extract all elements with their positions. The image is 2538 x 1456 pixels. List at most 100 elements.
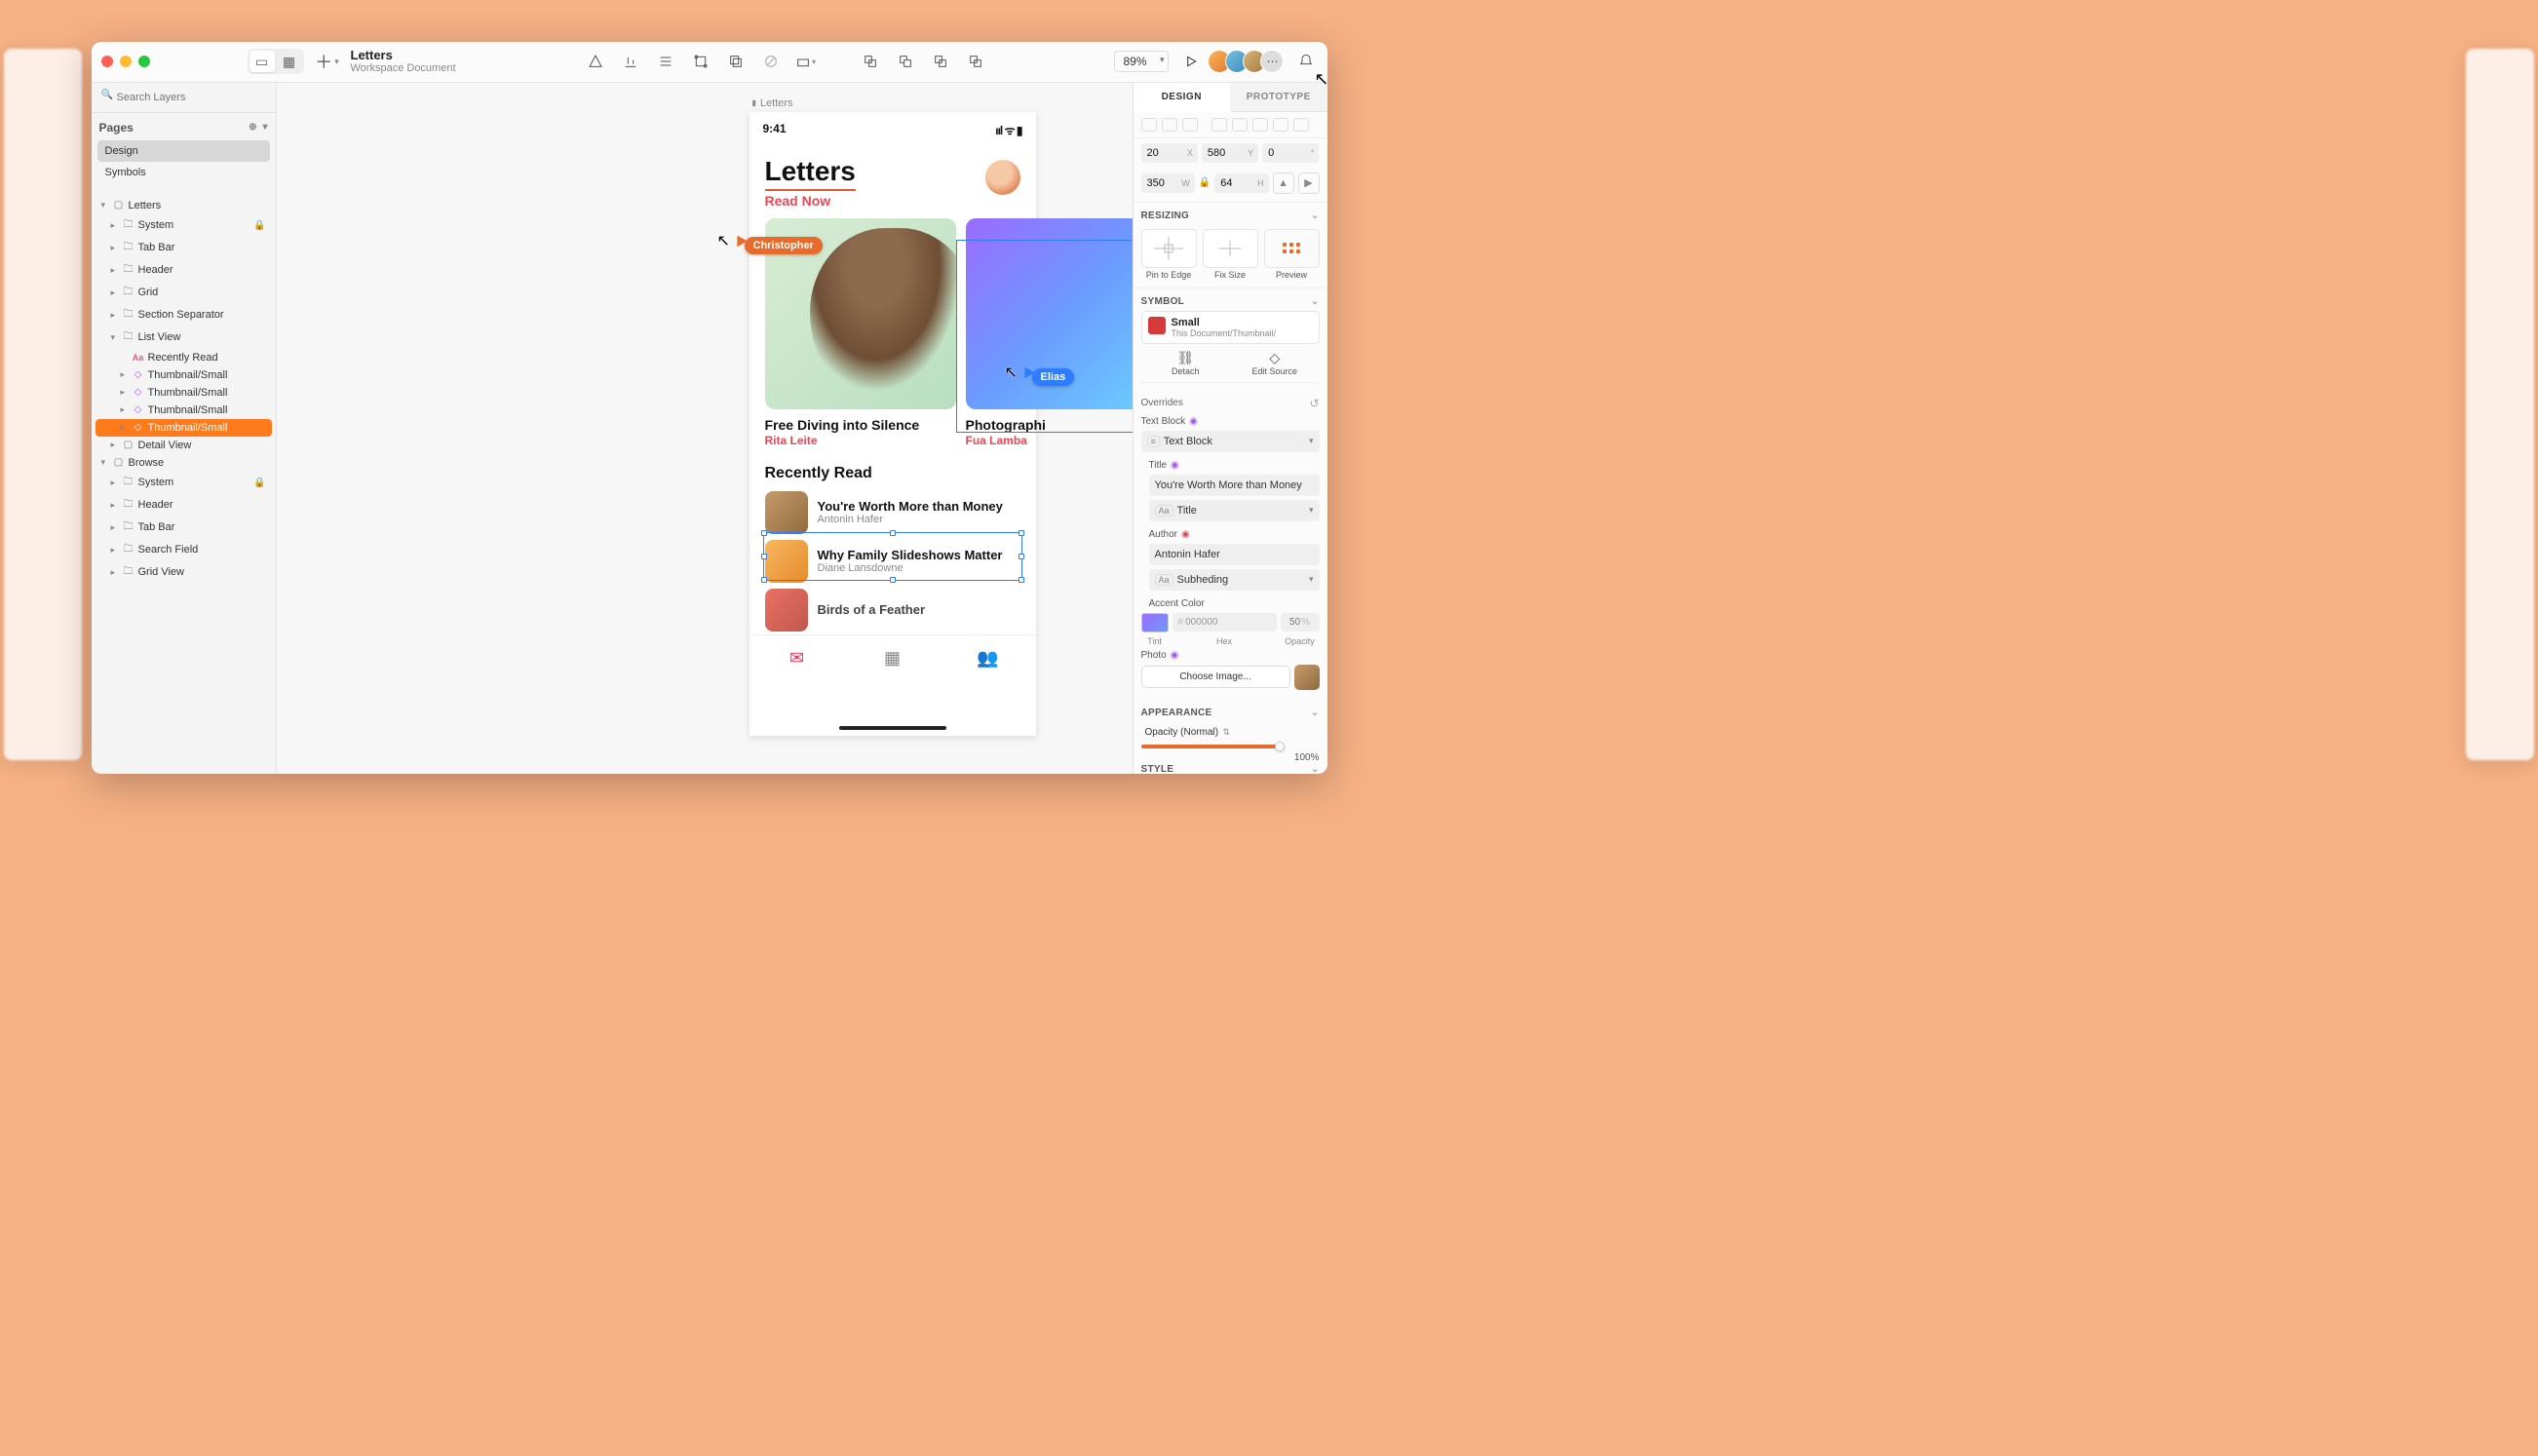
tab-prototype[interactable]: PROTOTYPE <box>1230 83 1327 112</box>
group-selection-icon[interactable] <box>690 51 711 72</box>
layer-row[interactable]: ▸◇Thumbnail/Small <box>96 384 272 402</box>
preview-play-icon[interactable] <box>1180 51 1202 72</box>
accent-opacity-field[interactable]: 50% <box>1281 613 1320 632</box>
distribute-v-icon[interactable] <box>1293 118 1309 132</box>
chevron-down-icon[interactable]: ⌄ <box>1311 211 1320 221</box>
align-right-icon[interactable] <box>1182 118 1198 132</box>
size-w-field[interactable]: 350W <box>1141 173 1195 193</box>
tab-home-icon: ✉︎ <box>750 635 845 681</box>
layer-row[interactable]: ▸🗀Grid View <box>96 561 272 584</box>
layer-row[interactable]: ▸🗀Header <box>96 494 272 517</box>
layer-row[interactable]: ▸🗀Header <box>96 259 272 282</box>
canvas[interactable]: Letters 9:41 ııl ᯤ ▮ Letters Read Now Fr… <box>277 83 1133 774</box>
resize-pin-option[interactable]: Pin to Edge <box>1141 229 1197 280</box>
artboard-letters[interactable]: 9:41 ııl ᯤ ▮ Letters Read Now Free Divin… <box>750 112 1036 736</box>
chevron-down-icon[interactable]: ⌄ <box>1311 708 1320 718</box>
override-author-style[interactable]: AaSubheding <box>1149 569 1320 591</box>
layer-row[interactable]: ▸🗀Grid <box>96 282 272 304</box>
chevron-down-icon[interactable]: ⌄ <box>1311 296 1320 307</box>
page-row[interactable]: Design <box>97 140 270 162</box>
flip-v-icon[interactable]: ▶ <box>1298 172 1320 194</box>
opacity-slider[interactable] <box>1141 745 1281 748</box>
reset-overrides-icon[interactable]: ↺ <box>1309 397 1319 410</box>
artboard-label[interactable]: Letters <box>752 97 793 109</box>
align-bottom-icon[interactable] <box>620 51 641 72</box>
align-top-icon[interactable] <box>1211 118 1227 132</box>
close-window[interactable] <box>101 56 113 67</box>
insert-button[interactable]: ＋▾ <box>314 50 341 73</box>
add-page-icon[interactable]: ⊕ <box>249 122 256 133</box>
layer-row[interactable]: ▸🗀Section Separator <box>96 304 272 326</box>
layer-row[interactable]: ▸🗀Tab Bar <box>96 237 272 259</box>
view-mode-toggle[interactable]: ▭ ▦ <box>248 49 304 74</box>
resize-fix-option[interactable]: Fix Size <box>1203 229 1258 280</box>
layer-row[interactable]: ▸🗀System🔒 <box>96 472 272 494</box>
layer-row[interactable]: ▸🗀System🔒 <box>96 214 272 237</box>
pages-chevron-icon[interactable]: ▾ <box>262 122 267 133</box>
layer-row[interactable]: ▸◇Thumbnail/Small <box>96 366 272 384</box>
override-title-style[interactable]: AaTitle <box>1149 500 1320 521</box>
layer-row[interactable]: ▸🗀Tab Bar <box>96 517 272 539</box>
document-title: Letters Workspace Document <box>351 48 456 76</box>
grid-view-icon[interactable]: ▦ <box>277 51 302 72</box>
single-view-icon[interactable]: ▭ <box>250 51 275 72</box>
zoom-select[interactable]: 89% <box>1114 51 1169 72</box>
override-link-icon[interactable]: ◉ <box>1181 529 1190 540</box>
layer-row[interactable]: ▸◇Thumbnail/Small <box>96 419 272 437</box>
accent-hex-field[interactable]: #000000 <box>1173 613 1277 632</box>
scale-icon[interactable]: ▾ <box>795 51 817 72</box>
layer-row[interactable]: ▸🗀Search Field <box>96 539 272 561</box>
position-x-field[interactable]: 20X <box>1141 143 1198 163</box>
choose-image-button[interactable]: Choose Image... <box>1141 666 1290 688</box>
boolean-icon[interactable] <box>760 51 782 72</box>
layer-row[interactable]: ▾▢Browse <box>96 454 272 472</box>
layer-row[interactable]: ▾🗀List View <box>96 326 272 349</box>
zoom-window[interactable] <box>138 56 150 67</box>
detach-symbol-button[interactable]: ⛓Detach <box>1141 350 1231 376</box>
collaborator-avatars[interactable]: ⋯ <box>1213 50 1284 73</box>
distribute-icon[interactable] <box>655 51 676 72</box>
accent-color-swatch[interactable] <box>1141 613 1169 632</box>
feature-card-2-title: Photographi <box>966 417 1133 433</box>
align-center-h-icon[interactable] <box>1162 118 1177 132</box>
flip-h-icon[interactable]: ▲ <box>1273 172 1294 194</box>
blend-mode-select[interactable]: Opacity (Normal) <box>1141 724 1233 741</box>
feature-card-1-author: Rita Leite <box>765 434 956 447</box>
lock-aspect-icon[interactable]: 🔒 <box>1199 177 1211 188</box>
layer-row[interactable]: ▸▢Detail View <box>96 437 272 454</box>
layer-row[interactable]: ▸AaRecently Read <box>96 349 272 366</box>
align-bottom-icon[interactable] <box>1252 118 1268 132</box>
layer-row[interactable]: ▾▢Letters <box>96 197 272 214</box>
difference-icon[interactable] <box>965 51 986 72</box>
rotation-field[interactable]: 0° <box>1262 143 1319 163</box>
override-text-block-type[interactable]: ≡Text Block <box>1141 431 1320 452</box>
resize-preview: Preview <box>1264 229 1320 280</box>
tab-design[interactable]: DESIGN <box>1134 83 1231 112</box>
shape-tool-icon[interactable] <box>585 51 606 72</box>
symbol-select[interactable]: SmallThis Document/Thumbnail/ <box>1141 311 1320 344</box>
union-icon[interactable] <box>860 51 881 72</box>
page-row[interactable]: Symbols <box>97 162 270 183</box>
chevron-down-icon[interactable]: ⌄ <box>1311 764 1320 774</box>
distribute-h-icon[interactable] <box>1273 118 1288 132</box>
subtract-icon[interactable] <box>895 51 916 72</box>
position-y-field[interactable]: 580Y <box>1202 143 1258 163</box>
override-author-value[interactable]: Antonin Hafer <box>1149 544 1320 565</box>
notifications-icon[interactable] <box>1295 51 1317 72</box>
align-center-v-icon[interactable] <box>1232 118 1248 132</box>
edit-source-button[interactable]: ◇Edit Source <box>1230 350 1320 376</box>
override-title-value[interactable]: You're Worth More than Money <box>1149 475 1320 496</box>
minimize-window[interactable] <box>120 56 132 67</box>
home-indicator <box>839 726 946 730</box>
size-h-field[interactable]: 64H <box>1214 173 1268 193</box>
override-link-icon[interactable]: ◉ <box>1189 416 1198 427</box>
override-link-icon[interactable]: ◉ <box>1171 460 1179 471</box>
align-left-icon[interactable] <box>1141 118 1157 132</box>
mask-icon[interactable] <box>725 51 747 72</box>
collaborator-more[interactable]: ⋯ <box>1260 50 1284 73</box>
search-layers-input[interactable] <box>99 88 268 107</box>
override-link-icon[interactable]: ◉ <box>1171 650 1179 661</box>
layer-row[interactable]: ▸◇Thumbnail/Small <box>96 402 272 419</box>
intersect-icon[interactable] <box>930 51 951 72</box>
overrides-title: Overrides <box>1141 398 1183 408</box>
